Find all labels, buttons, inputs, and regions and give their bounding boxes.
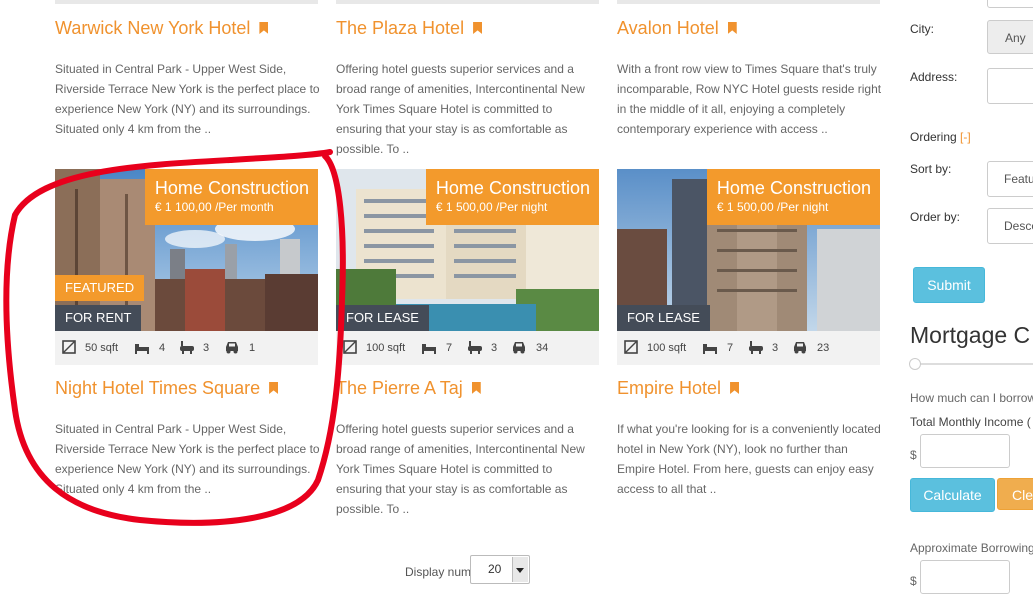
bookmark-icon[interactable] [730,382,740,394]
listing-title[interactable]: The Plaza Hotel [336,18,483,39]
listing-stats: 100 sqft 7 3 34 [336,331,599,365]
approx-borrowing-input[interactable] [920,560,1010,594]
listing-image[interactable]: Home Construction € 1 500,00 /Per night … [336,169,599,331]
listing-description: Situated in Central Park - Upper West Si… [55,62,320,136]
listing-title[interactable]: Night Hotel Times Square [55,378,279,399]
currency-symbol: $ [910,448,917,462]
orderby-select[interactable]: Desce [987,208,1033,244]
listing-description: If what you're looking for is a convenie… [617,422,881,496]
clear-button[interactable]: Clea [997,478,1033,510]
city-select[interactable]: Any [987,20,1033,54]
area-icon [624,340,638,354]
listing-price: € 1 500,00 /Per night [716,200,829,214]
car-icon [794,342,806,354]
listing-image[interactable]: Home Construction € 1 500,00 /Per night … [617,169,880,331]
listing-description: Offering hotel guests superior services … [336,422,585,516]
beds-value: 7 [446,342,453,354]
baths-value: 3 [203,342,210,354]
garages-value: 23 [817,342,830,354]
listing-category[interactable]: Home Construction [717,177,871,199]
ordering-heading: Ordering [-] [910,130,971,144]
mortgage-slider-track[interactable] [912,363,1033,365]
bath-icon [180,341,194,354]
baths-value: 3 [491,342,498,354]
listing-stats: 50 sqft 4 3 1 [55,331,318,365]
bookmark-icon[interactable] [259,22,269,34]
area-value: 50 sqft [85,342,119,354]
listing-stats: 100 sqft 7 3 23 [617,331,880,365]
listing-title[interactable]: Avalon Hotel [617,18,737,39]
area-value: 100 sqft [647,342,687,354]
car-icon [226,342,238,354]
area-value: 100 sqft [366,342,406,354]
status-badge: FOR LEASE [336,305,429,331]
orderby-value: Desce [1004,219,1033,233]
listing-description: Situated in Central Park - Upper West Si… [55,422,320,496]
baths-value: 3 [772,342,779,354]
card-top-edge [336,0,599,4]
listing-title[interactable]: Warwick New York Hotel [55,18,269,39]
bath-icon [749,341,763,354]
bookmark-icon[interactable] [473,22,483,34]
bookmark-icon[interactable] [471,382,481,394]
borrow-question: How much can I borrow [910,391,1033,405]
income-label: Total Monthly Income ( [910,415,1031,429]
card-top-edge [55,0,318,4]
bed-icon [422,344,436,354]
bed-icon [703,344,717,354]
sortby-select[interactable]: Featu [987,161,1033,197]
orderby-label: Order by: [910,210,961,224]
area-icon [343,340,357,354]
display-num-value: 20 [488,562,502,576]
listing-description: With a front row view to Times Square th… [617,62,882,136]
listing-price: € 1 100,00 /Per month [154,200,274,214]
address-input[interactable] [987,68,1033,104]
select-arrow[interactable] [512,557,528,582]
sortby-value: Featu [1004,172,1033,186]
city-value: Any [1005,31,1026,45]
price-box: Home Construction € 1 500,00 /Per night [706,169,880,225]
address-label: Address: [910,70,958,84]
listing-price: € 1 500,00 /Per night [435,200,548,214]
mortgage-slider-handle[interactable] [909,358,921,370]
card-top-edge [617,0,880,4]
garages-value: 34 [536,342,549,354]
status-badge: FOR RENT [55,305,142,331]
income-input[interactable] [920,434,1010,468]
bookmark-icon[interactable] [269,382,279,394]
city-label: City: [910,22,934,36]
search-field-top[interactable] [987,0,1033,8]
bath-icon [468,341,482,354]
featured-badge: FEATURED [55,275,145,301]
listing-title[interactable]: Empire Hotel [617,378,740,399]
display-num-label: Display num [405,565,472,579]
beds-value: 4 [159,342,166,354]
car-icon [513,342,525,354]
bed-icon [135,344,149,354]
mortgage-title: Mortgage C [910,322,1031,348]
price-box: Home Construction € 1 500,00 /Per night [425,169,599,225]
listing-category[interactable]: Home Construction [155,177,309,199]
listing-description: Offering hotel guests superior services … [336,62,585,156]
chevron-down-icon [516,568,524,573]
area-icon [62,340,76,354]
approx-borrowing-label: Approximate Borrowing [910,541,1033,555]
ordering-toggle[interactable]: [-] [960,130,971,144]
listing-image[interactable]: Home Construction € 1 100,00 /Per month … [55,169,318,331]
sortby-label: Sort by: [910,162,952,176]
listing-title[interactable]: The Pierre A Taj [336,378,481,399]
beds-value: 7 [727,342,734,354]
submit-button[interactable]: Submit [913,267,985,303]
garages-value: 1 [249,342,256,354]
listing-category[interactable]: Home Construction [436,177,590,199]
bookmark-icon[interactable] [727,22,737,34]
calculate-button[interactable]: Calculate [910,478,995,512]
price-box: Home Construction € 1 100,00 /Per month [144,169,318,225]
display-num-select[interactable]: 20 [470,555,530,584]
status-badge: FOR LEASE [617,305,710,331]
currency-symbol: $ [910,574,917,588]
